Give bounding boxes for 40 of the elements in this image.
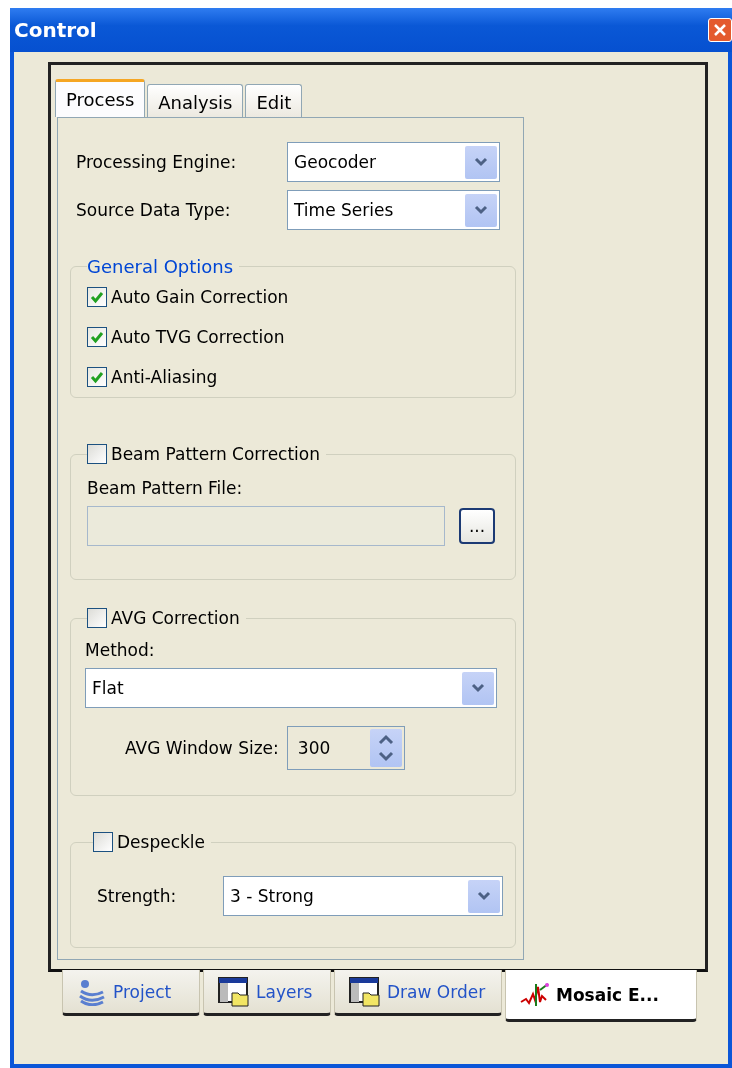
field-label: Strength: [97, 886, 178, 906]
checkbox-label: Beam Pattern Correction [111, 444, 320, 464]
bottom-tab[interactable]: Layers [203, 970, 331, 1016]
checkbox-label: Auto TVG Correction [111, 327, 285, 347]
checkbox[interactable] [87, 287, 107, 307]
window-folder-icon [218, 976, 250, 1007]
browse-button[interactable]: ... [459, 508, 495, 544]
tab[interactable]: Process [55, 79, 146, 117]
bottom-tab[interactable]: Draw Order [334, 970, 502, 1016]
chart-icon [520, 981, 550, 1008]
checkbox[interactable] [87, 444, 107, 464]
window-title: Control [14, 18, 97, 42]
field-label: Method: [85, 640, 156, 660]
signal-icon [77, 977, 107, 1006]
checkbox-label: Auto Gain Correction [111, 287, 289, 307]
bottom-tab[interactable]: Mosaic E... [505, 970, 697, 1022]
checkbox[interactable] [93, 832, 113, 852]
checkbox-label: Despeckle [117, 832, 206, 852]
window-folder-icon [349, 976, 381, 1007]
group-title: General Options [87, 256, 235, 277]
file-path-field[interactable] [87, 506, 445, 546]
field-label: AVG Window Size: [125, 738, 279, 758]
checkbox-label: Anti-Aliasing [111, 367, 218, 387]
field-label: Processing Engine: [75, 152, 238, 172]
field-label: Source Data Type: [75, 200, 232, 220]
checkbox-label: AVG Correction [111, 608, 240, 628]
dropdown[interactable]: Geocoder [287, 142, 500, 182]
checkbox[interactable] [87, 327, 107, 347]
field-label: Beam Pattern File: [87, 478, 244, 498]
dropdown[interactable]: Flat [85, 668, 497, 708]
checkbox[interactable] [87, 367, 107, 387]
tab[interactable]: Edit [245, 84, 303, 117]
tab[interactable]: Analysis [147, 84, 244, 117]
bottom-tab[interactable]: Project [62, 970, 200, 1016]
checkbox[interactable] [87, 608, 107, 628]
dropdown[interactable]: 3 - Strong [223, 876, 503, 916]
close-icon[interactable] [708, 18, 732, 42]
spin-box[interactable]: 300 [286, 726, 405, 770]
dropdown[interactable]: Time Series [287, 190, 500, 230]
spinner-arrows-icon[interactable] [369, 729, 402, 767]
